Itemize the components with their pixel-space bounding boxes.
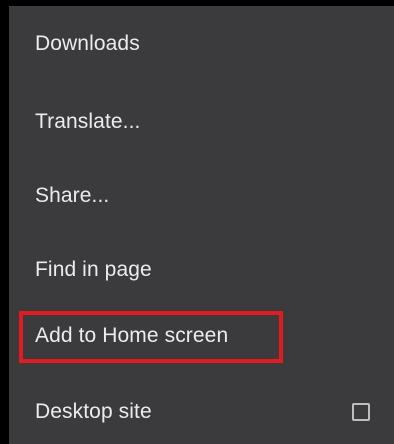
- menu-item-find-in-page[interactable]: Find in page: [9, 238, 394, 302]
- menu-item-downloads[interactable]: Downloads: [9, 12, 394, 76]
- menu-item-label: Translate...: [35, 110, 141, 133]
- menu-item-label: Downloads: [35, 32, 140, 55]
- menu-item-label: Desktop site: [35, 400, 152, 423]
- menu-item-label: Share...: [35, 184, 110, 207]
- menu-item-share[interactable]: Share...: [9, 164, 394, 228]
- overflow-menu: Downloads Translate... Share... Find in …: [9, 6, 394, 444]
- desktop-site-checkbox[interactable]: [352, 403, 370, 421]
- menu-item-translate[interactable]: Translate...: [9, 90, 394, 154]
- menu-item-desktop-site[interactable]: Desktop site: [9, 380, 394, 444]
- menu-item-add-to-home-screen[interactable]: Add to Home screen: [9, 304, 394, 368]
- menu-item-label: Add to Home screen: [35, 324, 229, 347]
- menu-item-label: Find in page: [35, 258, 152, 281]
